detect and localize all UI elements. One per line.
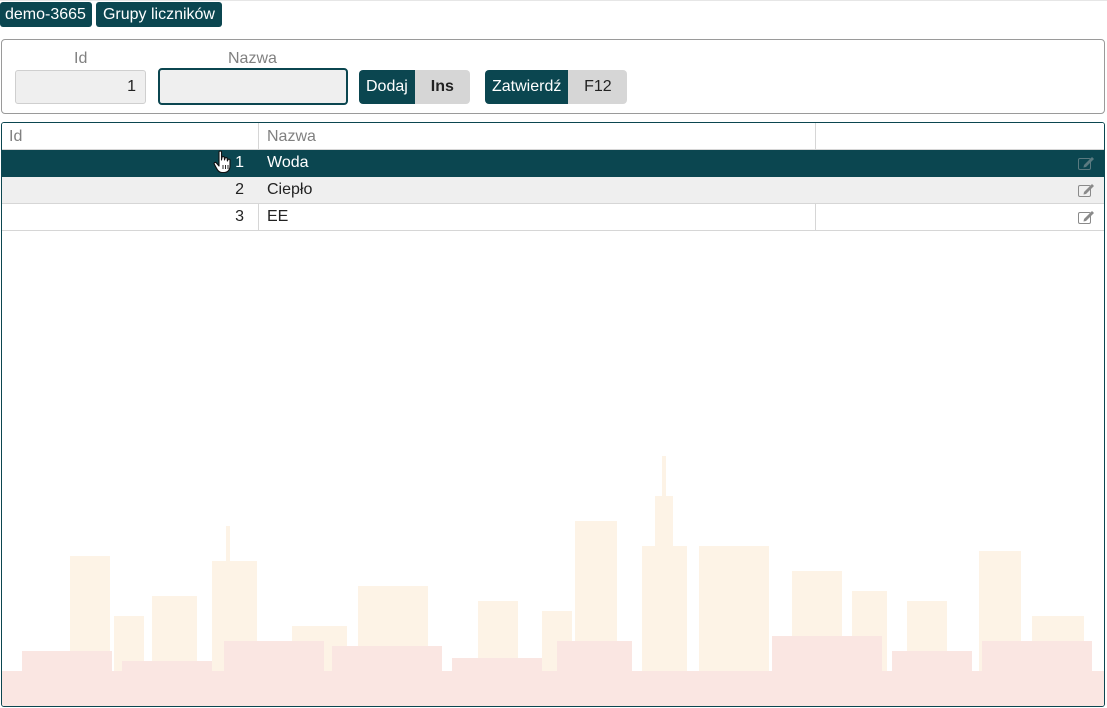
table-row[interactable]: 1 Woda: [2, 150, 1104, 177]
row-id-cell: 2: [235, 181, 244, 198]
add-shortcut-key: Ins: [414, 70, 470, 104]
id-label: Id: [74, 50, 88, 67]
row-id-cell: 1: [235, 154, 244, 171]
name-label: Nazwa: [228, 50, 277, 67]
id-field[interactable]: 1: [15, 70, 146, 104]
column-header-name[interactable]: Nazwa: [267, 123, 316, 150]
table-row[interactable]: 3 EE: [2, 204, 1104, 231]
breadcrumb-database[interactable]: demo-3665: [0, 2, 92, 27]
confirm-shortcut-key: F12: [568, 70, 628, 104]
edit-form-panel: Id Nazwa 1 Dodaj Ins Zatwierdź F12: [1, 39, 1105, 114]
column-header-id[interactable]: Id: [9, 123, 22, 150]
confirm-button-label: Zatwierdź: [485, 70, 569, 104]
edit-icon[interactable]: [1078, 183, 1095, 197]
top-divider: [0, 0, 1107, 1]
add-button-label: Dodaj: [359, 70, 415, 104]
row-name-cell: Ciepło: [267, 181, 313, 198]
confirm-button[interactable]: Zatwierdź F12: [485, 70, 628, 104]
breadcrumb-meter-groups[interactable]: Grupy liczników: [95, 2, 222, 27]
name-field[interactable]: [158, 68, 348, 105]
table-header: Id Nazwa: [2, 123, 1104, 150]
meter-groups-table: Id Nazwa 1 Woda 2 Ciepło 3 EE: [1, 122, 1105, 707]
edit-icon[interactable]: [1078, 210, 1095, 224]
row-name-cell: EE: [267, 208, 289, 225]
table-row[interactable]: 2 Ciepło: [2, 177, 1104, 204]
city-skyline-watermark: [2, 456, 1104, 706]
add-button[interactable]: Dodaj Ins: [359, 70, 470, 104]
row-name-cell: Woda: [267, 154, 309, 171]
edit-icon[interactable]: [1078, 156, 1095, 170]
breadcrumb: demo-3665 Grupy liczników: [0, 2, 222, 27]
row-id-cell: 3: [235, 208, 244, 225]
